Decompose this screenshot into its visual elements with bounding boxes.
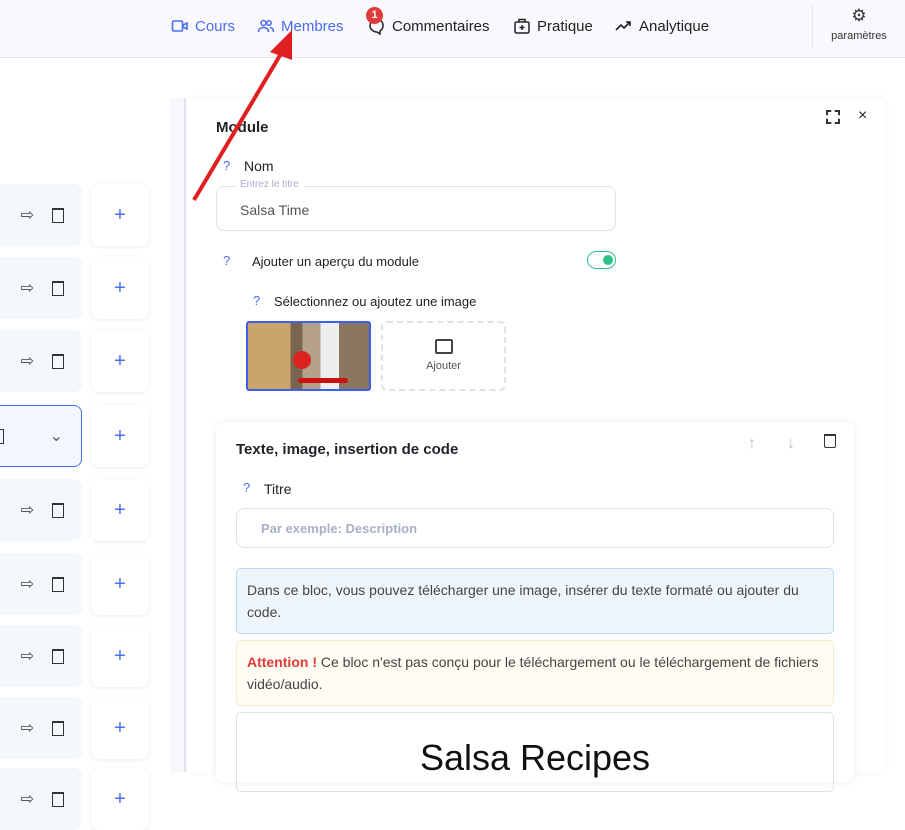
move-icon[interactable]: ⇨ bbox=[21, 789, 34, 809]
annotation-arrow bbox=[192, 30, 292, 202]
module-row[interactable]: ⇨ bbox=[0, 768, 82, 830]
add-block-button[interactable]: + bbox=[91, 768, 149, 830]
trash-icon[interactable] bbox=[52, 791, 64, 807]
